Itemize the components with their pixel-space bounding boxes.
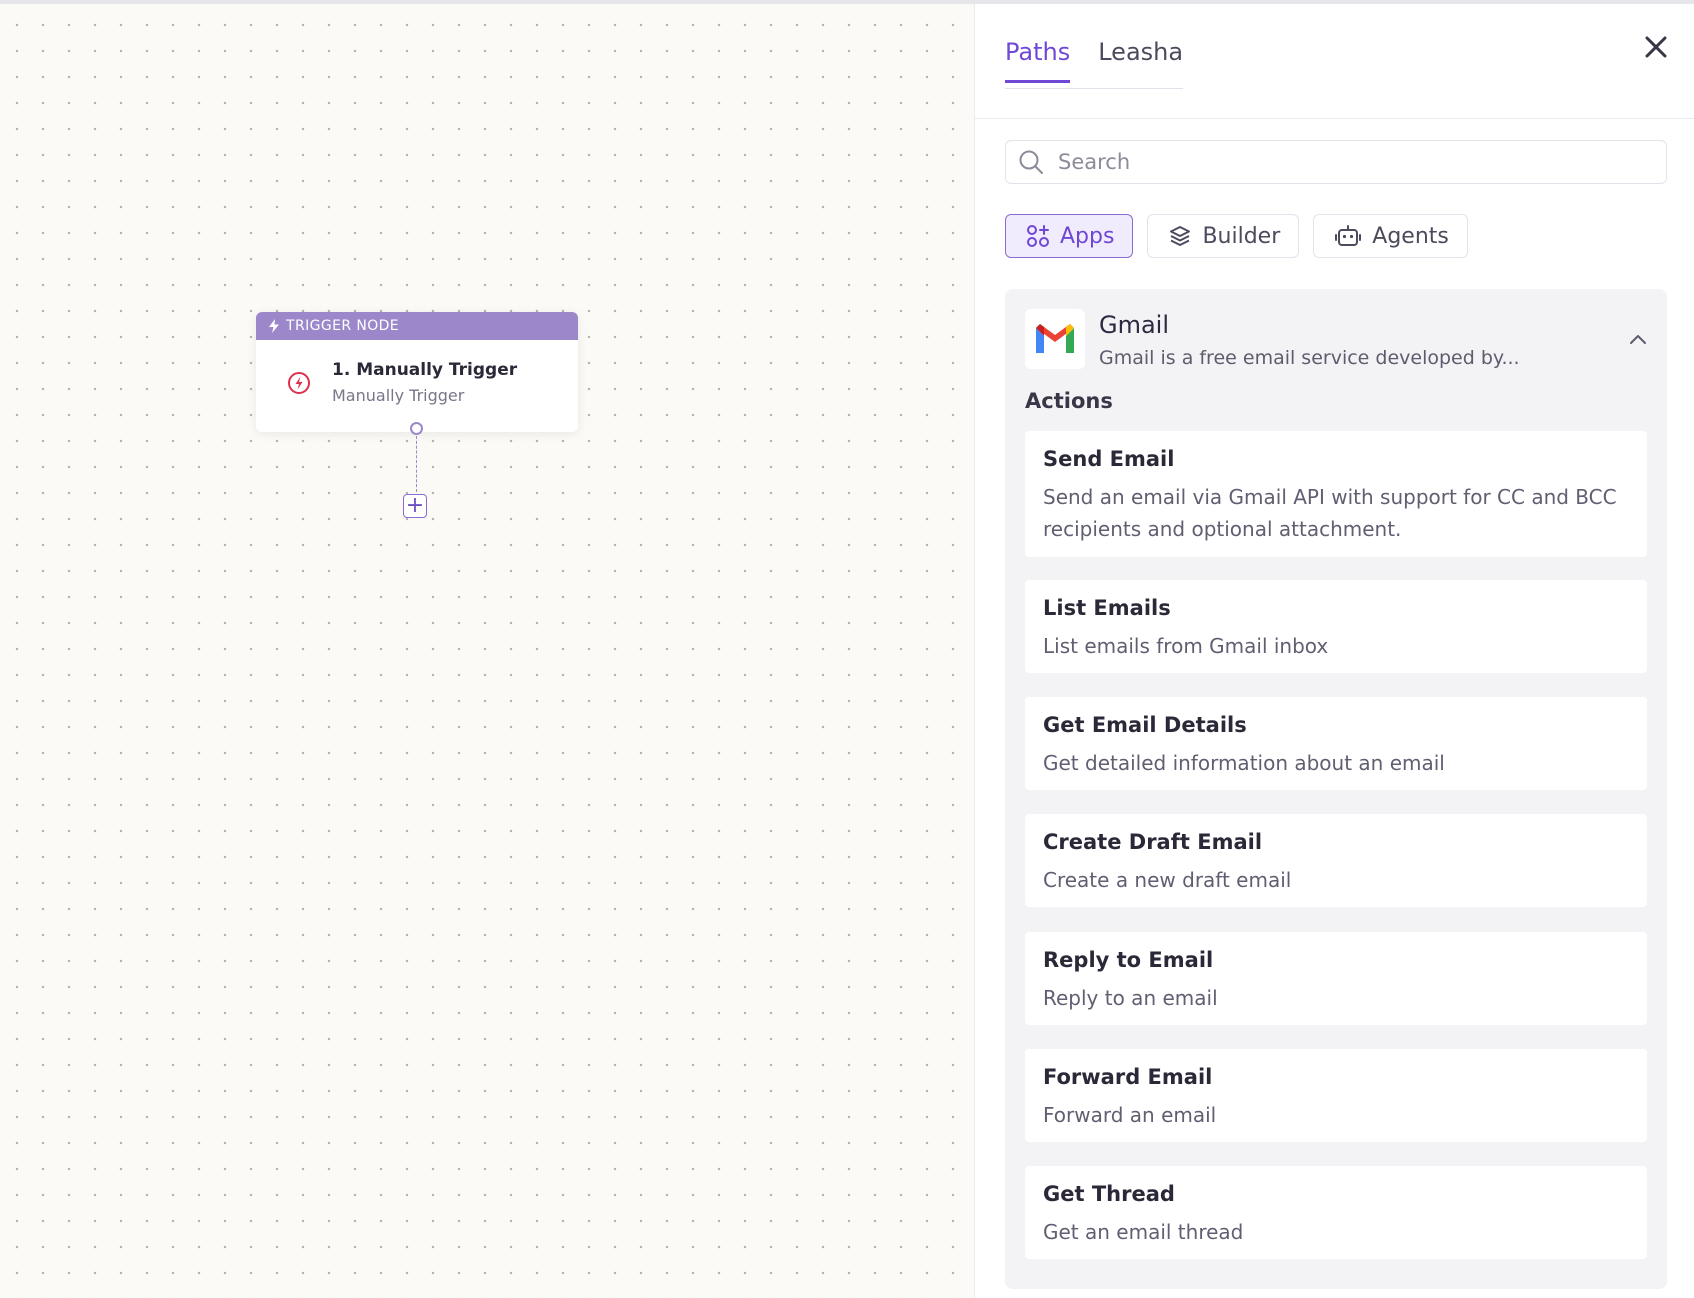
layers-icon — [1170, 226, 1191, 246]
action-description: Send an email via Gmail API with support… — [1043, 485, 1617, 541]
action-get-thread[interactable]: Get Thread Get an email thread — [1025, 1166, 1647, 1259]
action-title: Get Thread — [1043, 1182, 1175, 1206]
app-header[interactable]: Gmail Gmail is a free email service deve… — [1025, 309, 1520, 369]
trigger-node-header-label: TRIGGER NODE — [286, 318, 400, 334]
action-description: Forward an email — [1043, 1103, 1217, 1127]
filter-builder-label: Builder — [1202, 223, 1281, 249]
action-description: Reply to an email — [1043, 986, 1218, 1010]
action-title: List Emails — [1043, 596, 1171, 620]
tabs-underline — [1005, 88, 1183, 89]
trigger-node-header: TRIGGER NODE — [256, 312, 578, 340]
close-icon[interactable] — [1641, 32, 1671, 62]
gmail-app-card: Gmail Gmail is a free email service deve… — [1005, 289, 1667, 1289]
filter-builder-button[interactable]: Builder — [1147, 214, 1300, 258]
actions-heading: Actions — [1025, 389, 1113, 413]
trigger-node[interactable]: TRIGGER NODE 1. Manually Trigger Manuall… — [256, 312, 578, 432]
trigger-bolt-icon — [288, 371, 310, 394]
action-description: List emails from Gmail inbox — [1043, 634, 1329, 658]
node-output-port[interactable] — [410, 422, 423, 435]
lightning-icon — [269, 319, 279, 333]
action-list-emails[interactable]: List Emails List emails from Gmail inbox — [1025, 580, 1647, 673]
apps-icon — [1027, 225, 1049, 247]
node-picker-panel: Paths Leasha Apps — [974, 4, 1694, 1298]
action-title: Create Draft Email — [1043, 830, 1263, 854]
panel-tabs: Paths Leasha — [1005, 38, 1183, 83]
chevron-up-icon[interactable] — [1627, 329, 1649, 351]
action-forward-email[interactable]: Forward Email Forward an email — [1025, 1049, 1647, 1142]
trigger-node-subtitle: Manually Trigger — [332, 386, 465, 405]
filter-apps-label: Apps — [1060, 223, 1115, 249]
action-title: Get Email Details — [1043, 713, 1247, 737]
tab-leasha[interactable]: Leasha — [1098, 38, 1183, 83]
action-reply-to-email[interactable]: Reply to Email Reply to an email — [1025, 932, 1647, 1025]
filter-chips: Apps Builder Agents — [1005, 214, 1468, 258]
filter-apps-button[interactable]: Apps — [1005, 214, 1134, 258]
robot-icon — [1335, 225, 1362, 246]
search-box — [1005, 140, 1667, 184]
tab-paths[interactable]: Paths — [1005, 38, 1071, 83]
search-input[interactable] — [1056, 149, 1660, 175]
action-create-draft-email[interactable]: Create Draft Email Create a new draft em… — [1025, 814, 1647, 907]
add-node-button[interactable]: + — [403, 494, 427, 518]
panel-divider — [975, 118, 1694, 119]
app-name: Gmail — [1099, 311, 1170, 339]
workflow-canvas[interactable]: TRIGGER NODE 1. Manually Trigger Manuall… — [0, 4, 974, 1298]
action-title: Reply to Email — [1043, 948, 1214, 972]
action-get-email-details[interactable]: Get Email Details Get detailed informati… — [1025, 697, 1647, 790]
trigger-node-title: 1. Manually Trigger — [332, 360, 518, 380]
action-send-email[interactable]: Send Email Send an email via Gmail API w… — [1025, 431, 1647, 557]
action-description: Create a new draft email — [1043, 868, 1292, 892]
search-icon — [1019, 150, 1043, 174]
action-description: Get an email thread — [1043, 1220, 1244, 1244]
action-title: Forward Email — [1043, 1065, 1213, 1089]
action-title: Send Email — [1043, 447, 1175, 471]
filter-agents-label: Agents — [1372, 223, 1449, 249]
filter-agents-button[interactable]: Agents — [1313, 214, 1468, 258]
app-description: Gmail is a free email service developed … — [1099, 347, 1520, 369]
node-connector-line — [416, 436, 417, 492]
action-description: Get detailed information about an email — [1043, 751, 1445, 775]
gmail-logo-icon — [1025, 309, 1085, 369]
